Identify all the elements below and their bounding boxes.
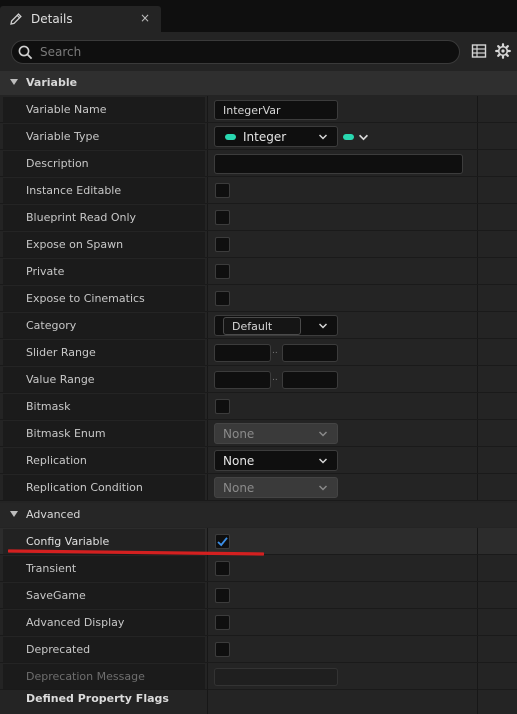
category-field[interactable]: Default [223, 317, 301, 335]
row-bitmask: Bitmask [0, 393, 517, 420]
replication-value: None [223, 454, 255, 468]
row-label: Transient [26, 562, 77, 575]
row-label: Replication Condition [26, 481, 143, 494]
slider-range-max-field[interactable] [282, 344, 338, 362]
row-replication-condition: Replication Condition None [0, 474, 517, 501]
row-description: Description [0, 150, 517, 177]
row-label: Variable Name [26, 103, 107, 116]
row-private: Private [0, 258, 517, 285]
replication-condition-dropdown[interactable]: None [214, 477, 338, 498]
table-view-icon[interactable] [471, 43, 487, 59]
row-label: Description [26, 157, 89, 170]
row-label: SaveGame [26, 589, 86, 602]
variable-name-field[interactable]: IntegerVar [214, 100, 338, 120]
collapse-arrow-icon[interactable] [10, 511, 18, 517]
bitmask-enum-dropdown[interactable]: None [214, 423, 338, 444]
advanced-display-checkbox[interactable] [215, 615, 230, 630]
row-blueprint-read-only: Blueprint Read Only [0, 204, 517, 231]
value-range-min-field[interactable] [214, 371, 271, 389]
chevron-down-icon [319, 134, 327, 140]
search-input[interactable] [40, 43, 440, 61]
row-slider-range: Slider Range .. [0, 339, 517, 366]
chevron-down-icon[interactable] [359, 133, 368, 142]
instance-editable-checkbox[interactable] [215, 183, 230, 198]
search-icon [18, 45, 33, 60]
category-combo[interactable]: Default [214, 315, 338, 336]
variable-type-value: Integer [243, 130, 287, 144]
replication-dropdown[interactable]: None [214, 450, 338, 471]
close-tab-icon[interactable]: × [140, 11, 150, 25]
row-defined-property-flags: Defined Property Flags [0, 688, 517, 714]
value-range-max-field[interactable] [282, 371, 338, 389]
row-replication: Replication None [0, 447, 517, 474]
transient-checkbox[interactable] [215, 561, 230, 576]
row-label: Instance Editable [26, 184, 122, 197]
row-label: Variable Type [26, 130, 100, 143]
row-label: Deprecated [26, 643, 91, 656]
row-label: Bitmask Enum [26, 427, 106, 440]
row-savegame: SaveGame [0, 582, 517, 609]
bitmask-checkbox[interactable] [215, 399, 230, 414]
deprecated-checkbox[interactable] [215, 642, 230, 657]
row-label: Expose on Spawn [26, 238, 124, 251]
row-category: Category Default [0, 312, 517, 339]
section-variable[interactable]: Variable [0, 71, 517, 95]
tab-title: Details [31, 12, 73, 26]
section-advanced[interactable]: Advanced [0, 503, 517, 527]
settings-gear-icon[interactable] [495, 43, 511, 59]
section-label: Variable [26, 76, 78, 89]
chevron-down-icon [319, 431, 327, 437]
row-label: Replication [26, 454, 87, 467]
pencil-icon [10, 13, 22, 25]
bitmask-enum-value: None [223, 427, 255, 441]
chevron-down-icon [319, 485, 327, 491]
config-variable-checkbox[interactable] [215, 534, 230, 549]
expose-on-spawn-checkbox[interactable] [215, 237, 230, 252]
container-type-pin-icon[interactable] [343, 134, 354, 140]
row-deprecation-message: Deprecation Message [0, 663, 517, 690]
row-variable-type: Variable Type Integer [0, 123, 517, 150]
row-value-range: Value Range .. [0, 366, 517, 393]
search-box[interactable] [11, 40, 460, 64]
row-expose-to-cinematics: Expose to Cinematics [0, 285, 517, 312]
variable-type-dropdown[interactable]: Integer [214, 126, 338, 147]
row-label: Slider Range [26, 346, 96, 359]
row-label: Defined Property Flags [26, 692, 169, 705]
expose-to-cinematics-checkbox[interactable] [215, 291, 230, 306]
row-label: Expose to Cinematics [26, 292, 145, 305]
row-advanced-display: Advanced Display [0, 609, 517, 636]
row-label: Bitmask [26, 400, 71, 413]
range-separator: .. [272, 373, 278, 383]
row-label: Config Variable [26, 535, 110, 548]
deprecation-message-field[interactable] [214, 668, 338, 686]
row-instance-editable: Instance Editable [0, 177, 517, 204]
description-field[interactable] [214, 154, 463, 174]
row-variable-name: Variable Name IntegerVar [0, 96, 517, 123]
slider-range-min-field[interactable] [214, 344, 271, 362]
section-label: Advanced [26, 508, 81, 521]
replication-condition-value: None [223, 481, 255, 495]
row-label: Blueprint Read Only [26, 211, 137, 224]
chevron-down-icon [319, 458, 327, 464]
checkmark-icon [217, 537, 228, 547]
row-bitmask-enum: Bitmask Enum None [0, 420, 517, 447]
savegame-checkbox[interactable] [215, 588, 230, 603]
row-deprecated: Deprecated [0, 636, 517, 663]
type-pin-icon [225, 134, 236, 140]
row-label: Private [26, 265, 65, 278]
row-expose-on-spawn: Expose on Spawn [0, 231, 517, 258]
chevron-down-icon[interactable] [319, 322, 327, 330]
row-label: Deprecation Message [26, 670, 145, 683]
details-tab[interactable]: Details × [0, 6, 161, 32]
row-transient: Transient [0, 555, 517, 582]
collapse-arrow-icon[interactable] [10, 79, 18, 85]
row-label: Value Range [26, 373, 95, 386]
range-separator: .. [272, 346, 278, 356]
row-label: Advanced Display [26, 616, 125, 629]
row-label: Category [26, 319, 77, 332]
private-checkbox[interactable] [215, 264, 230, 279]
blueprint-read-only-checkbox[interactable] [215, 210, 230, 225]
